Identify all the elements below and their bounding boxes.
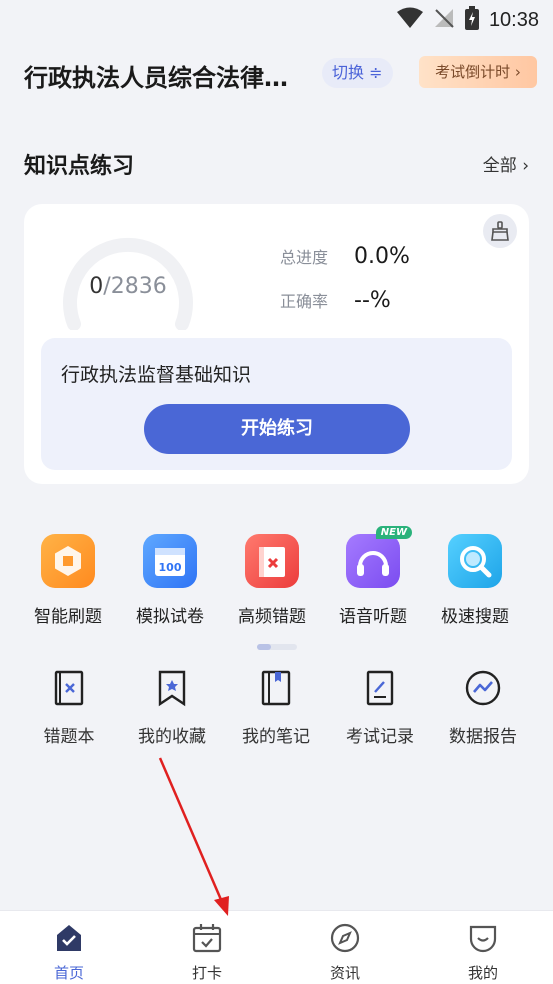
total-progress-stat: 总进度 0.0% xyxy=(280,244,410,269)
tool-label: 错题本 xyxy=(43,727,95,747)
tool-label: 数据报告 xyxy=(449,727,517,747)
tool-mistake-book[interactable]: 错题本 xyxy=(17,668,121,747)
compass-icon xyxy=(330,923,360,953)
tool-label: 考试记录 xyxy=(346,727,414,747)
tool-exam-records[interactable]: 考试记录 xyxy=(328,668,432,747)
status-bar: 10:38 xyxy=(0,0,553,40)
feature-label: 模拟试卷 xyxy=(136,607,204,627)
tab-label: 打卡 xyxy=(191,964,222,982)
mock-exam-icon: 100 xyxy=(143,534,197,588)
tool-label: 我的笔记 xyxy=(242,727,310,747)
chapter-card: 行政执法监督基础知识 开始练习 xyxy=(41,338,512,470)
tool-notes[interactable]: 我的笔记 xyxy=(224,668,328,747)
status-icons: 10:38 xyxy=(396,6,539,34)
accuracy-label: 正确率 xyxy=(280,292,329,311)
progress-count: 0/2836 xyxy=(60,274,196,299)
tab-profile[interactable]: 我的 xyxy=(433,921,533,983)
feature-quick-search[interactable]: 极速搜题 xyxy=(425,534,525,627)
exam-title[interactable]: 行政执法人员综合法律… xyxy=(24,58,288,93)
feature-mock-exam[interactable]: 100 模拟试卷 xyxy=(120,534,220,627)
feature-label: 智能刷题 xyxy=(34,607,102,627)
tab-home[interactable]: 首页 xyxy=(19,921,119,983)
feature-pager xyxy=(257,644,297,650)
feature-grid: 智能刷题 100 模拟试卷 高频错题 NEW 语音听题 极速搜题 xyxy=(0,526,553,634)
tab-news[interactable]: 资讯 xyxy=(295,921,395,983)
tab-label: 首页 xyxy=(53,964,84,982)
accuracy-value: --% xyxy=(354,288,391,313)
new-badge: NEW xyxy=(375,526,412,539)
profile-icon xyxy=(469,925,497,953)
battery-icon xyxy=(464,6,479,34)
tab-check-in[interactable]: 打卡 xyxy=(157,921,257,983)
feature-frequent-mistakes[interactable]: 高频错题 xyxy=(222,534,322,627)
start-practice-button[interactable]: 开始练习 xyxy=(144,404,410,454)
total-progress-value: 0.0% xyxy=(354,244,410,269)
progress-card: 0/2836 总进度 0.0% 正确率 --% 行政执法监督基础知识 开始练习 xyxy=(24,204,529,484)
switch-exam-button[interactable]: 切换 ≑ xyxy=(322,58,393,88)
knowledge-practice-header: 知识点练习 全部 › xyxy=(24,148,529,180)
broom-icon xyxy=(491,221,509,241)
tool-label: 我的收藏 xyxy=(138,727,206,747)
bottom-tab-bar: 首页 打卡 资讯 我的 xyxy=(0,910,553,984)
quick-search-icon xyxy=(448,534,502,588)
tools-row: 错题本 我的收藏 我的笔记 考试记录 数据报告 xyxy=(0,668,553,748)
feature-label: 高频错题 xyxy=(238,607,306,627)
frequent-mistakes-icon xyxy=(245,534,299,588)
feature-smart-practice[interactable]: 智能刷题 xyxy=(18,534,118,627)
bookmark-icon xyxy=(158,670,186,707)
status-time: 10:38 xyxy=(488,8,539,31)
tool-bookmarks[interactable]: 我的收藏 xyxy=(120,668,224,747)
home-icon xyxy=(57,925,81,951)
feature-audio-question[interactable]: NEW 语音听题 xyxy=(323,526,423,627)
total-progress-label: 总进度 xyxy=(280,248,329,267)
feature-label: 极速搜题 xyxy=(441,607,509,627)
tool-data-report[interactable]: 数据报告 xyxy=(431,668,535,747)
header: 行政执法人员综合法律… 切换 ≑ 考试倒计时 › xyxy=(24,50,537,98)
mock-exam-score: 100 xyxy=(159,561,182,574)
tab-label: 资讯 xyxy=(329,964,360,982)
exam-countdown-button[interactable]: 考试倒计时 › xyxy=(419,56,537,88)
chapter-title: 行政执法监督基础知识 xyxy=(61,364,252,386)
clear-progress-button[interactable] xyxy=(483,214,517,248)
pager-active-dot xyxy=(257,644,271,650)
accuracy-stat: 正确率 --% xyxy=(280,288,391,313)
data-report-icon xyxy=(465,670,501,706)
exam-record-icon xyxy=(366,670,394,706)
audio-question-icon: NEW xyxy=(346,526,412,588)
tab-label: 我的 xyxy=(467,964,498,982)
section-title: 知识点练习 xyxy=(24,154,135,179)
feature-label: 语音听题 xyxy=(339,607,407,627)
total-count: /2836 xyxy=(103,274,167,299)
view-all-link[interactable]: 全部 › xyxy=(483,151,529,176)
mistake-book-icon xyxy=(54,670,84,706)
done-count: 0 xyxy=(89,274,104,299)
notebook-icon xyxy=(261,670,291,706)
wifi-icon xyxy=(396,7,423,33)
smart-practice-icon xyxy=(41,534,95,588)
check-in-icon xyxy=(192,924,222,953)
no-signal-icon xyxy=(433,7,455,33)
